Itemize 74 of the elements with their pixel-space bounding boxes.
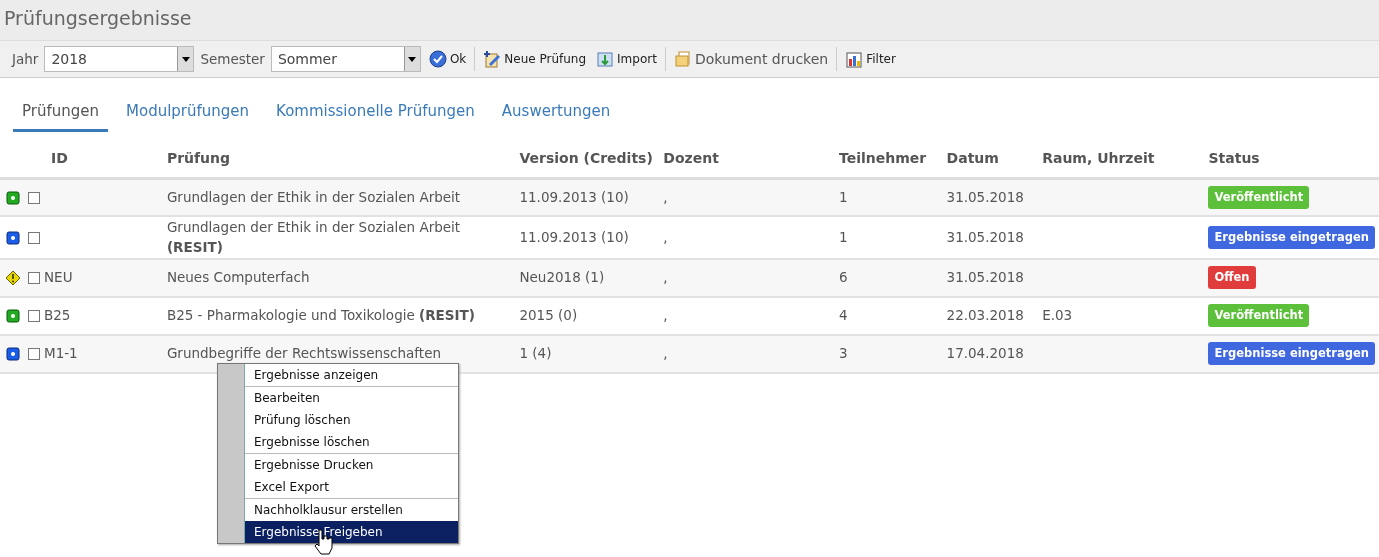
version-text: 11.09.2013 (10) (519, 189, 629, 206)
column-header: Status (1208, 149, 1260, 166)
status-badge: Ergebnisse eingetragen (1208, 341, 1375, 366)
date-text: 31.05.2018 (946, 189, 1024, 206)
participant-count: 4 (839, 307, 848, 324)
room-text: E.03 (1042, 307, 1073, 324)
lecturer-text: , (663, 269, 668, 286)
lecturer-text: , (663, 189, 668, 206)
document-pencil-icon (483, 50, 502, 68)
version-text: Neu2018 (1) (519, 269, 605, 286)
checkbox[interactable] (28, 348, 40, 361)
check-circle-icon (428, 50, 447, 68)
date-text: 22.03.2018 (946, 307, 1024, 324)
menu-item[interactable]: Ergebnisse Freigeben (245, 521, 458, 543)
status-badge: Ergebnisse eingetragen (1208, 225, 1375, 249)
status-badge: Offen (1208, 265, 1256, 290)
date-text: 31.05.2018 (946, 269, 1024, 286)
lecturer-text: , (663, 307, 668, 324)
import-button[interactable]: Import (594, 50, 659, 68)
checkbox[interactable] (28, 192, 40, 205)
column-header: Raum, Uhrzeit (1042, 149, 1155, 166)
exam-name: Grundlagen der Ethik in der Sozialen Arbeit (RESIT) (166, 219, 461, 256)
version-text: 11.09.2013 (10) (519, 229, 629, 246)
menu-item[interactable]: Ergebnisse anzeigen (245, 364, 458, 386)
column-header: Teilnehmer (839, 149, 927, 166)
column-header: Dozent (663, 149, 719, 166)
date-text: 17.04.2018 (946, 345, 1024, 362)
import-arrows-icon (596, 50, 615, 68)
exam-name: Neues Computerfach (166, 269, 310, 286)
lecturer-text: , (663, 229, 668, 246)
checkbox[interactable] (28, 272, 40, 285)
page-title: Prüfungsergebnisse (4, 7, 192, 29)
checkbox[interactable] (28, 310, 40, 323)
tab[interactable]: Prüfungen (13, 96, 108, 132)
chart-filter-icon (845, 50, 864, 68)
menu-item[interactable]: Ergebnisse löschen (245, 431, 458, 453)
column-header: Prüfung (166, 149, 231, 166)
status-badge: Veröffentlicht (1208, 185, 1310, 209)
column-header: ID (51, 149, 68, 166)
ok-button[interactable]: Ok (426, 50, 469, 68)
row-id: M1-1 (44, 345, 78, 362)
year-label: Jahr (12, 49, 39, 69)
tab[interactable]: Auswertungen (492, 96, 620, 132)
exam-name: Grundlagen der Ethik in der Sozialen Arbeit (166, 189, 461, 206)
row-id: NEU (44, 269, 73, 286)
menu-item[interactable]: Nachholklausur erstellen (245, 499, 458, 521)
date-text: 31.05.2018 (946, 229, 1024, 246)
participant-count: 3 (839, 345, 848, 362)
tab[interactable]: Kommissionelle Prüfungen (267, 96, 484, 132)
menu-item[interactable]: Prüfung löschen (245, 409, 458, 431)
print-button[interactable]: Dokument drucken (671, 48, 831, 70)
exam-name: B25 - Pharmakologie und Toxikologie (RESIT) (166, 307, 475, 324)
lecturer-text: , (663, 345, 668, 362)
participant-count: 6 (839, 269, 848, 286)
dropdown-field[interactable]: Sommer (270, 46, 421, 72)
participant-count: 1 (839, 229, 848, 246)
checkbox[interactable] (28, 232, 40, 245)
menu-item[interactable]: Bearbeiten (245, 387, 458, 409)
column-header: Datum (946, 149, 999, 166)
exam-name: Grundbegriffe der Rechtswissenschaften (166, 345, 441, 362)
menu-item[interactable]: Ergebnisse Drucken (245, 454, 458, 476)
version-text: 1 (4) (519, 345, 552, 362)
tab[interactable]: Modulprüfungen (117, 96, 259, 132)
participant-count: 1 (839, 189, 848, 206)
status-badge: Veröffentlicht (1208, 303, 1310, 328)
dropdown-field[interactable]: 2018 (44, 46, 195, 72)
filter-button[interactable]: Filter (843, 50, 898, 68)
semester-label: Semester (200, 49, 265, 69)
version-text: 2015 (0) (519, 307, 578, 324)
document-stack-icon (673, 50, 692, 68)
row-id: B25 (44, 307, 71, 324)
new-button[interactable]: Neue Prüfung (481, 50, 589, 68)
column-header: Version (Credits) (519, 149, 653, 166)
menu-item[interactable]: Excel Export (245, 476, 458, 498)
